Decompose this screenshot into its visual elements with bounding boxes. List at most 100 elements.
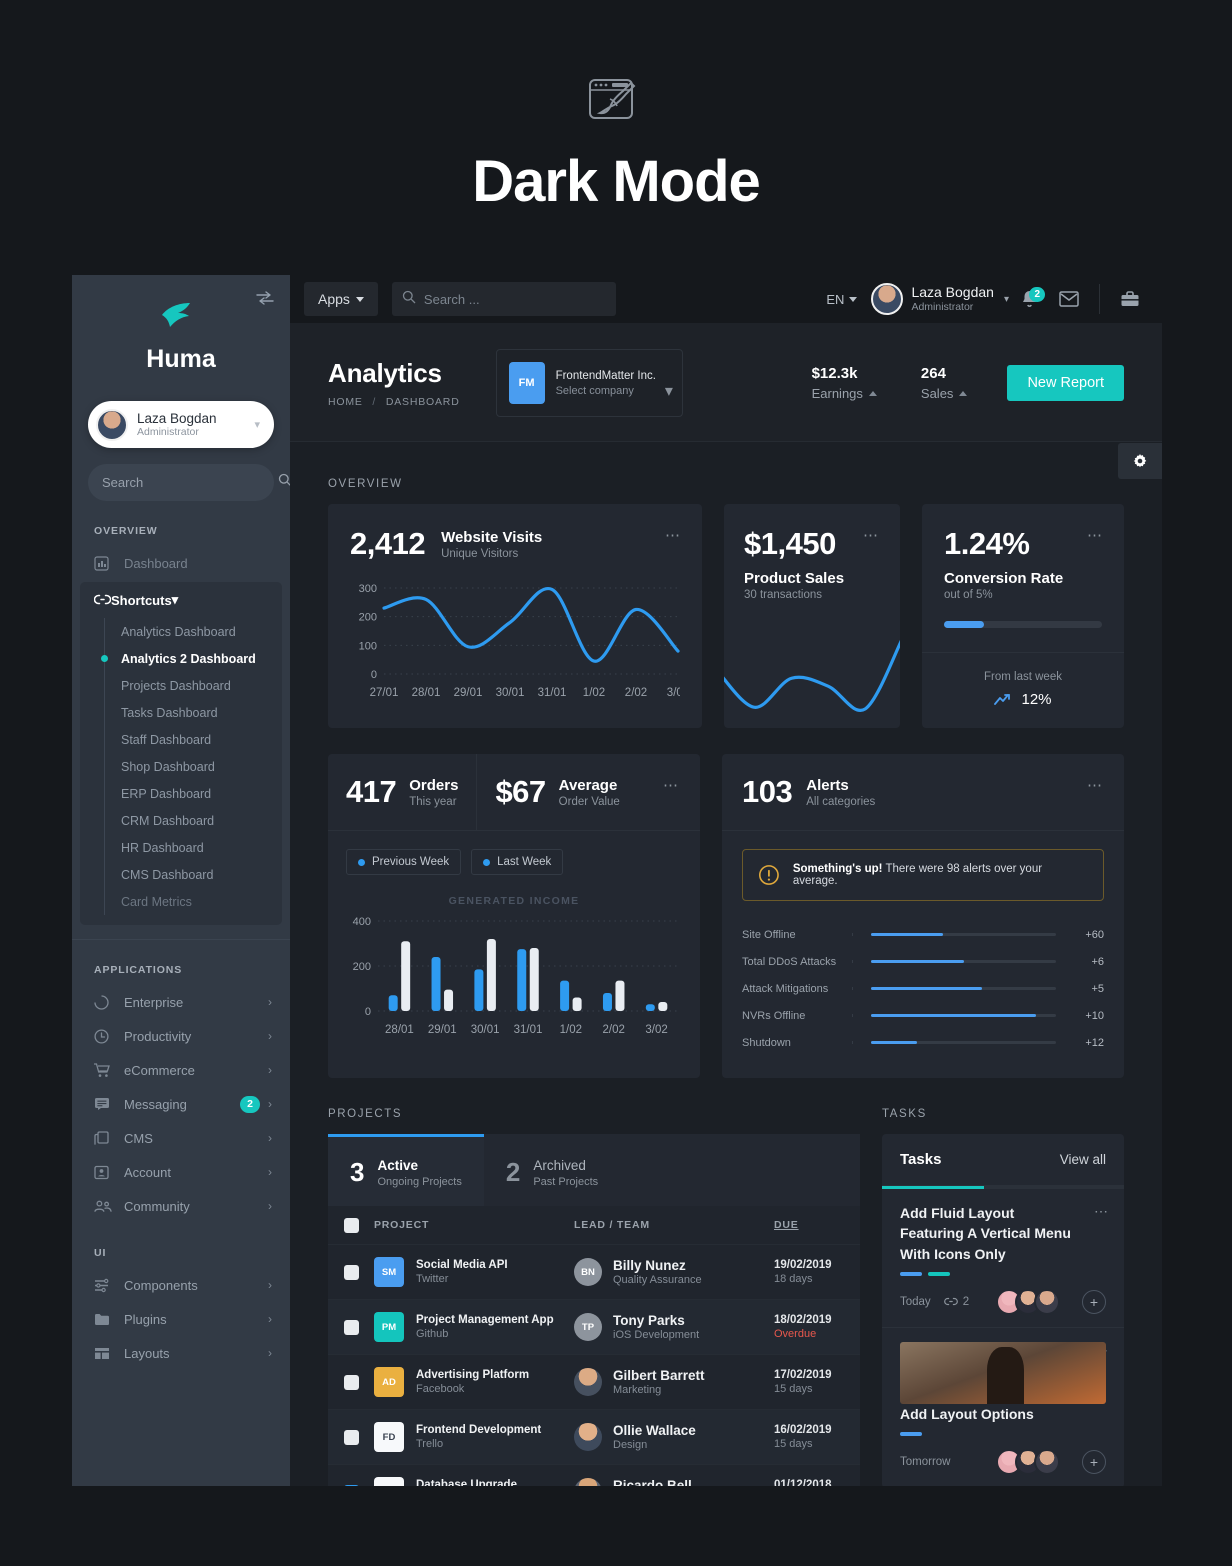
row-select-cell[interactable]: ✓ <box>328 1484 374 1486</box>
projects-table: PROJECT LEAD / TEAM DUE SM Social Media A… <box>328 1206 901 1486</box>
sidebar: Huma Laza Bogdan Administrator ▾ OVERVIE… <box>72 275 290 1486</box>
sidebar-item-ecommerce[interactable]: eCommerce › <box>72 1053 290 1087</box>
select-all-cell[interactable] <box>328 1217 374 1233</box>
caret-down-icon <box>355 296 364 302</box>
collapse-arrows-icon[interactable] <box>256 291 274 310</box>
briefcase-button[interactable] <box>1110 279 1150 319</box>
sidebar-shortcut-item[interactable]: Analytics 2 Dashboard <box>101 645 282 672</box>
sidebar-item-components[interactable]: Components › <box>72 1268 290 1302</box>
sidebar-search[interactable] <box>88 464 290 501</box>
add-assignee-button[interactable]: + <box>1082 1289 1106 1314</box>
sidebar-shortcut-item[interactable]: CMS Dashboard <box>105 861 282 888</box>
card-menu-icon[interactable]: ⋯ <box>663 776 680 794</box>
row-select-cell[interactable] <box>328 1429 374 1445</box>
sidebar-user-card[interactable]: Laza Bogdan Administrator ▾ <box>88 401 274 448</box>
alert-row: NVRs Offline +10 <box>742 1002 1104 1029</box>
sidebar-item-messaging[interactable]: Messaging 2 › <box>72 1087 290 1121</box>
table-row[interactable]: FD Frontend Development Trello Ollie Wallac… <box>328 1409 901 1464</box>
sidebar-shortcut-item[interactable]: Tasks Dashboard <box>105 699 282 726</box>
account-menu[interactable]: Laza Bogdan Administrator ▾ <box>871 283 1009 315</box>
sidebar-item-cms[interactable]: CMS › <box>72 1121 290 1155</box>
task-tag <box>900 1271 922 1276</box>
messages-button[interactable] <box>1049 279 1089 319</box>
project-logo: AD <box>374 1367 404 1397</box>
sidebar-item-layouts[interactable]: Layouts › <box>72 1336 290 1370</box>
sidebar-shortcut-item[interactable]: CRM Dashboard <box>105 807 282 834</box>
table-row[interactable]: PM Project Management App Github TP Tony Par… <box>328 1299 901 1354</box>
row-checkbox[interactable]: ✓ <box>343 1484 359 1486</box>
card-menu-icon[interactable]: ⋯ <box>1087 776 1104 794</box>
new-report-button[interactable]: New Report <box>1007 365 1124 401</box>
average-sub: Order Value <box>558 795 620 808</box>
company-selector[interactable]: FM FrontendMatter Inc. Select company ▾ <box>495 349 683 417</box>
task-menu-icon[interactable]: ⋯ <box>1094 1203 1110 1220</box>
sidebar-shortcut-item[interactable]: Card Metrics <box>105 888 282 915</box>
breadcrumb-home[interactable]: HOME <box>328 396 363 408</box>
folder-icon <box>94 1313 112 1326</box>
legend-last-week[interactable]: Last Week <box>471 849 564 875</box>
sidebar-item-dashboard[interactable]: Dashboard <box>72 546 290 580</box>
tab-archived-title: Archived <box>533 1157 586 1173</box>
row-checkbox[interactable] <box>343 1429 359 1445</box>
settings-gear-button[interactable] <box>1118 443 1162 479</box>
card-menu-icon[interactable]: ⋯ <box>665 526 682 544</box>
sales-value: $1,450 <box>744 526 836 561</box>
sidebar-shortcut-label: Analytics Dashboard <box>121 624 236 639</box>
select-all-checkbox[interactable] <box>343 1217 359 1233</box>
tab-archived-projects[interactable]: 2 Archived Past Projects <box>484 1134 620 1206</box>
row-select-cell[interactable] <box>328 1319 374 1335</box>
card-menu-icon[interactable]: ⋯ <box>863 526 880 544</box>
stat-earnings[interactable]: $12.3k Earnings <box>790 365 899 401</box>
sidebar-shortcut-item[interactable]: HR Dashboard <box>105 834 282 861</box>
visits-sub: Unique Visitors <box>441 547 519 560</box>
column-lead-team[interactable]: LEAD / TEAM <box>574 1219 774 1231</box>
sidebar-shortcut-item[interactable]: Analytics Dashboard <box>105 618 282 645</box>
task-card[interactable]: ⋯ Add Fluid Layout Featuring A Vertical M… <box>882 1189 1124 1328</box>
stat-sales-label: Sales <box>920 386 954 401</box>
card-menu-icon[interactable]: ⋯ <box>1087 526 1104 544</box>
stat-sales[interactable]: 264 Sales <box>899 365 990 401</box>
sidebar-item-community[interactable]: Community › <box>72 1189 290 1223</box>
row-checkbox[interactable] <box>343 1374 359 1390</box>
legend-previous-week[interactable]: Previous Week <box>346 849 462 875</box>
task-tag <box>900 1432 922 1437</box>
add-assignee-button[interactable]: + <box>1082 1450 1106 1475</box>
sidebar-shortcut-item[interactable]: Staff Dashboard <box>105 726 282 753</box>
project-sub: Github <box>416 1328 449 1340</box>
sidebar-section-ui: UI <box>94 1247 107 1259</box>
row-checkbox[interactable] <box>343 1264 359 1280</box>
column-project[interactable]: PROJECT <box>374 1219 574 1231</box>
task-cover-image <box>900 1341 1106 1404</box>
sidebar-shortcut-item[interactable]: Projects Dashboard <box>105 672 282 699</box>
column-due[interactable]: DUE <box>774 1219 799 1231</box>
global-search[interactable] <box>391 282 616 316</box>
table-row[interactable]: ✓DUDatabase UpgradeMySQLRicardo BellWeb … <box>328 1464 901 1486</box>
tab-active-projects[interactable]: 3 Active Ongoing Projects <box>328 1134 484 1206</box>
apps-button[interactable]: Apps <box>304 282 378 316</box>
row-select-cell[interactable] <box>328 1264 374 1280</box>
tasks-view-all-link[interactable]: View all <box>1060 1152 1106 1167</box>
sidebar-search-input[interactable] <box>102 475 278 490</box>
brand[interactable]: Huma <box>72 275 290 374</box>
briefcase-icon <box>1121 291 1139 306</box>
task-card[interactable]: ⋯Add Layout OptionsTomorrow+ <box>882 1328 1124 1486</box>
table-row[interactable]: AD Advertising Platform Facebook Gilbert Ba… <box>328 1354 901 1409</box>
sidebar-shortcut-item[interactable]: ERP Dashboard <box>105 780 282 807</box>
tabs-filler <box>620 1134 860 1206</box>
sidebar-item-shortcuts[interactable]: Shortcuts ▾ <box>80 582 282 618</box>
tasks-column: TASKS Tasks View all ⋯ Add Fluid Layout F… <box>882 1108 1124 1486</box>
sidebar-item-account[interactable]: Account › <box>72 1155 290 1189</box>
app-window: Huma Laza Bogdan Administrator ▾ OVERVIE… <box>72 275 1162 1486</box>
language-selector[interactable]: EN <box>826 292 858 307</box>
row-select-cell[interactable] <box>328 1374 374 1390</box>
sidebar-shortcut-item[interactable]: Shop Dashboard <box>105 753 282 780</box>
sidebar-item-enterprise[interactable]: Enterprise › <box>72 985 290 1019</box>
sidebar-item-dashboard-label: Dashboard <box>124 555 188 571</box>
sidebar-item-plugins[interactable]: Plugins › <box>72 1302 290 1336</box>
notifications-button[interactable]: 2 <box>1009 279 1049 319</box>
breadcrumb-separator: / <box>372 396 377 408</box>
global-search-input[interactable] <box>423 291 606 307</box>
table-row[interactable]: SM Social Media API Twitter BN Billy Nunez Qu… <box>328 1244 901 1299</box>
sidebar-item-productivity[interactable]: Productivity › <box>72 1019 290 1053</box>
row-checkbox[interactable] <box>343 1319 359 1335</box>
